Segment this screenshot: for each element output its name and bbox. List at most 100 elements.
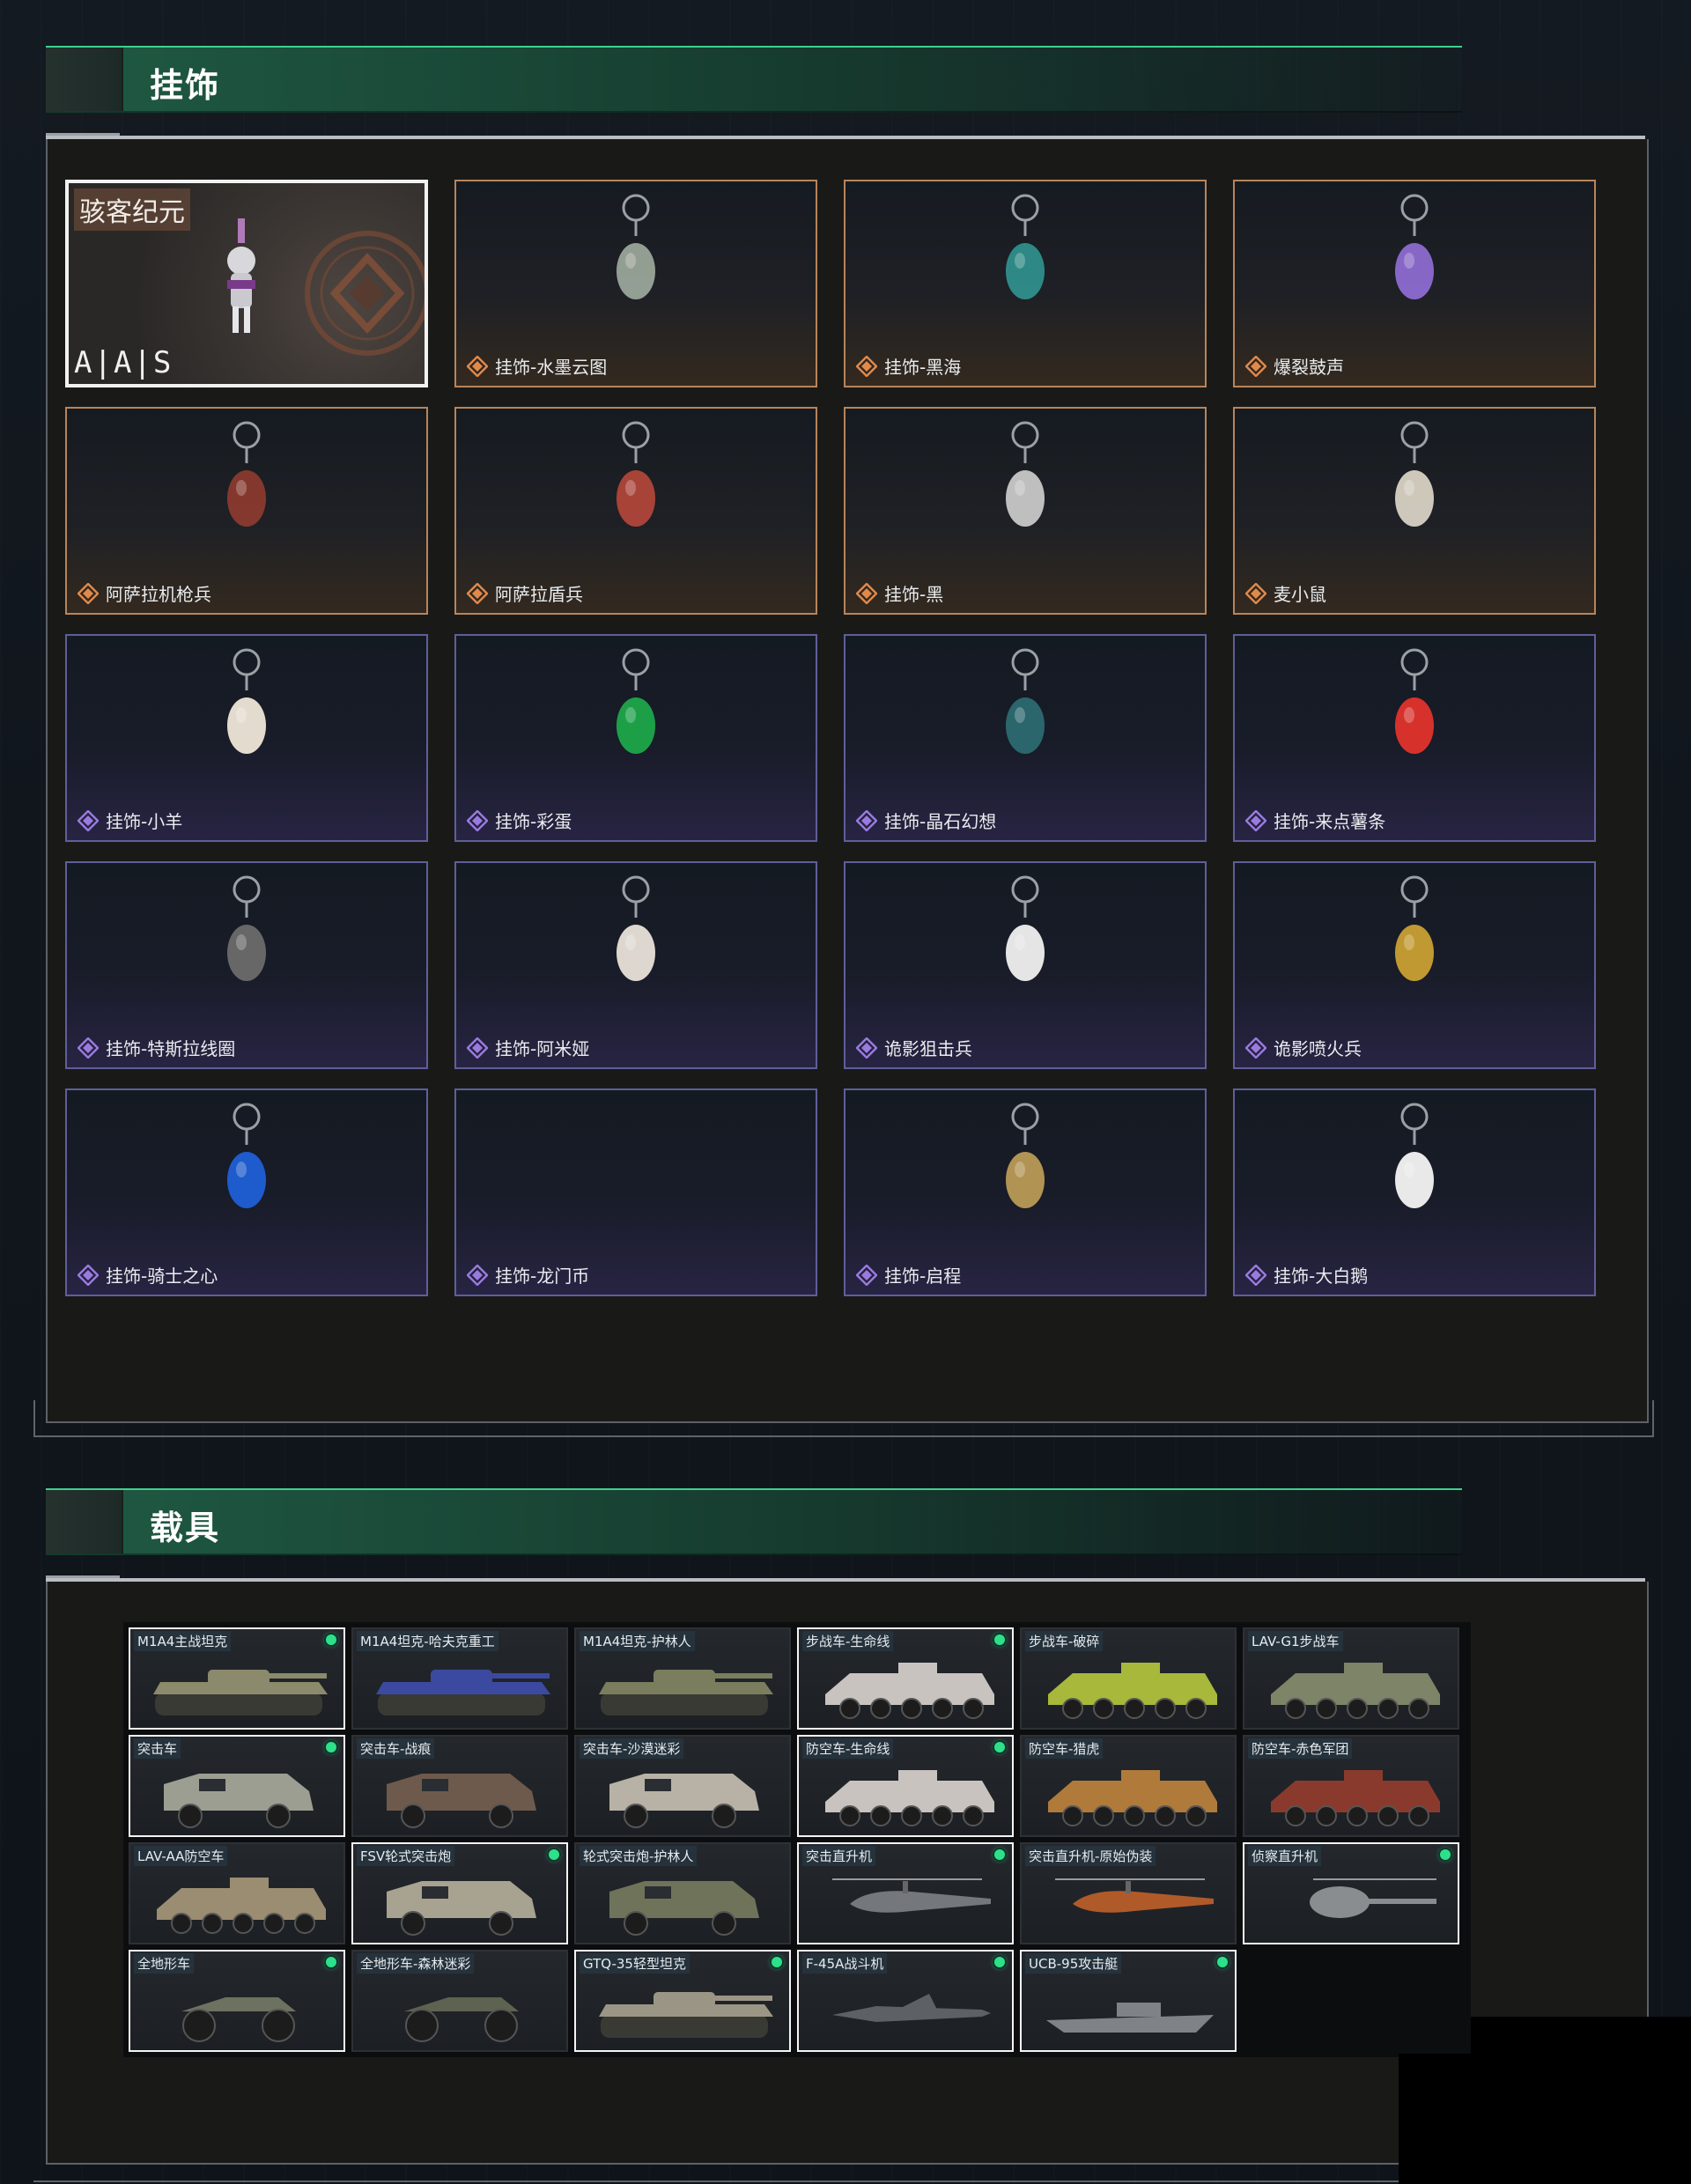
frame-corner-left — [33, 1400, 35, 1435]
charm-label: 挂饰-晶石幻想 — [884, 811, 997, 832]
charm-card[interactable]: 挂饰-龙门币 — [454, 1088, 817, 1296]
machine-gunner-charm-icon — [227, 421, 266, 527]
goose-charm-icon — [1395, 1103, 1434, 1208]
tank-vehicle-icon — [599, 1992, 773, 2038]
vehicle-card[interactable]: 防空车-生命线 — [797, 1735, 1014, 1837]
vehicle-card[interactable]: 步战车-生命线 — [797, 1627, 1014, 1730]
vehicle-card[interactable]: 突击直升机 — [797, 1842, 1014, 1944]
charm-card[interactable]: 挂饰-黑 — [844, 407, 1207, 615]
vehicle-card[interactable]: F-45A战斗机 — [797, 1950, 1014, 2052]
assault-vehicle-icon — [387, 1881, 536, 1936]
charm-card[interactable]: 爆裂鼓声 — [1233, 180, 1596, 387]
blade-charm-icon — [1006, 421, 1045, 527]
purple-rarity-icon — [1245, 1037, 1266, 1059]
charm-card[interactable]: 挂饰-特斯拉线圈 — [65, 861, 428, 1069]
gold-rarity-icon — [1245, 583, 1266, 604]
vehicle-card[interactable]: UCB-95攻击艇 — [1020, 1950, 1237, 2052]
owned-indicator-icon — [326, 1634, 336, 1645]
charm-card[interactable]: 挂饰-骑士之心 — [65, 1088, 428, 1296]
charm-card[interactable]: 麦小鼠 — [1233, 407, 1596, 615]
vehicle-card[interactable]: GTQ-35轻型坦克 — [574, 1950, 791, 2052]
charm-card[interactable]: 诡影喷火兵 — [1233, 861, 1596, 1069]
purple-rarity-icon — [78, 1265, 99, 1286]
charm-card[interactable]: 挂饰-大白鹅 — [1233, 1088, 1596, 1296]
vehicle-label: 突击直升机 — [802, 1846, 876, 1866]
atv-vehicle-icon — [181, 1997, 296, 2042]
owned-indicator-icon — [326, 1742, 336, 1752]
vehicle-label: UCB-95攻击艇 — [1025, 1953, 1122, 1974]
vehicle-card[interactable]: FSV轮式突击炮 — [351, 1842, 568, 1944]
vehicle-card[interactable]: 防空车-猎虎 — [1020, 1735, 1237, 1837]
vehicle-card[interactable]: 突击车 — [129, 1735, 345, 1837]
charm-card[interactable]: 挂饰-启程 — [844, 1088, 1207, 1296]
vehicle-card[interactable]: 突击车-沙漠迷彩 — [574, 1735, 791, 1837]
gold-rarity-icon — [78, 583, 99, 604]
charms-section-header: 挂饰 — [46, 46, 1462, 113]
rabbit-charm-icon — [617, 875, 655, 981]
charm-label: 诡影喷火兵 — [1274, 1038, 1362, 1059]
vehicle-card[interactable]: M1A4主战坦克 — [129, 1627, 345, 1730]
charm-label: 挂饰-水墨云图 — [495, 357, 608, 378]
charm-label: 诡影狙击兵 — [884, 1038, 972, 1059]
vehicle-card[interactable]: M1A4坦克-护林人 — [574, 1627, 791, 1730]
flamethrower-charm-icon — [1395, 875, 1434, 981]
charm-label: 挂饰-黑海 — [884, 357, 962, 378]
vehicle-card[interactable]: 突击车-战痕 — [351, 1735, 568, 1837]
charm-card[interactable]: 挂饰-小羊 — [65, 634, 428, 842]
charm-label: 挂饰-阿米娅 — [495, 1038, 590, 1059]
charm-card[interactable]: 挂饰-彩蛋 — [454, 634, 817, 842]
ifv-vehicle-icon — [1271, 1663, 1440, 1719]
purple-rarity-icon — [856, 810, 877, 831]
charm-card[interactable]: 阿萨拉盾兵 — [454, 407, 817, 615]
vehicle-card[interactable]: 侦察直升机 — [1243, 1842, 1459, 1944]
vehicle-card[interactable]: 轮式突击炮-护林人 — [574, 1842, 791, 1944]
charm-card[interactable]: 阿萨拉机枪兵 — [65, 407, 428, 615]
owned-indicator-icon — [994, 1957, 1005, 1967]
vehicle-card[interactable]: 突击直升机-原始伪装 — [1020, 1842, 1237, 1944]
vehicle-label: 突击车-沙漠迷彩 — [580, 1738, 684, 1759]
charm-card[interactable]: 挂饰-晶石幻想 — [844, 634, 1207, 842]
vehicle-label: M1A4主战坦克 — [134, 1631, 232, 1651]
corner-shadow — [1399, 2054, 1471, 2184]
assault-vehicle-icon — [609, 1774, 759, 1828]
heli-vehicle-icon — [832, 1878, 991, 1913]
ifv-vehicle-icon — [825, 1663, 994, 1719]
vehicle-label: 防空车-生命线 — [802, 1738, 894, 1759]
vehicle-card[interactable]: LAV-AA防空车 — [129, 1842, 345, 1944]
charm-card[interactable]: 挂饰-来点薯条 — [1233, 634, 1596, 842]
vehicle-card[interactable]: 全地形车-森林迷彩 — [351, 1950, 568, 2052]
charm-label: 挂饰-来点薯条 — [1274, 811, 1386, 832]
vehicle-card[interactable]: 防空车-赤色军团 — [1243, 1735, 1459, 1837]
charm-label: 挂饰-彩蛋 — [495, 811, 572, 832]
knight-heart-charm-icon — [227, 1103, 266, 1208]
owned-indicator-icon — [994, 1849, 1005, 1860]
charm-card[interactable]: 挂饰-阿米娅 — [454, 861, 817, 1069]
vehicle-grid: M1A4主战坦克 M1A4坦克-哈夫克重工 M1A4坦克-护林人 步战车-生命线… — [129, 1627, 1459, 2052]
purple-rarity-icon — [1245, 810, 1266, 831]
purple-rarity-icon — [78, 1037, 99, 1059]
skeleton-girl-charm-icon — [227, 218, 255, 333]
purple-rarity-icon — [78, 810, 99, 831]
gold-rarity-icon — [467, 356, 488, 377]
ifv-vehicle-icon — [157, 1878, 326, 1934]
owned-indicator-icon — [1440, 1849, 1451, 1860]
tank-vehicle-icon — [599, 1670, 773, 1715]
charm-card[interactable]: 挂饰-水墨云图 — [454, 180, 817, 387]
assault-vehicle-icon — [387, 1774, 536, 1828]
shield-soldier-charm-icon — [617, 421, 655, 527]
vehicle-card[interactable]: M1A4坦克-哈夫克重工 — [351, 1627, 568, 1730]
vehicle-card[interactable]: 步战车-破碎 — [1020, 1627, 1237, 1730]
charm-card[interactable]: 诡影狙击兵 — [844, 861, 1207, 1069]
owned-indicator-icon — [772, 1957, 782, 1967]
vehicle-card[interactable]: LAV-G1步战车 — [1243, 1627, 1459, 1730]
vehicles-section-title: 载具 — [150, 1509, 221, 1547]
featured-charm-card[interactable]: 骇客纪元 A|A|S — [65, 180, 428, 387]
gold-rarity-icon — [1245, 356, 1266, 377]
sniper-duck-charm-icon — [1006, 875, 1045, 981]
charms-section-title: 挂饰 — [150, 66, 221, 105]
gold-rarity-icon — [856, 583, 877, 604]
charm-card[interactable]: 挂饰-黑海 — [844, 180, 1207, 387]
charm-label: 阿萨拉机枪兵 — [106, 584, 211, 605]
vehicle-card[interactable]: 全地形车 — [129, 1950, 345, 2052]
vehicle-label: M1A4坦克-哈夫克重工 — [357, 1631, 498, 1651]
